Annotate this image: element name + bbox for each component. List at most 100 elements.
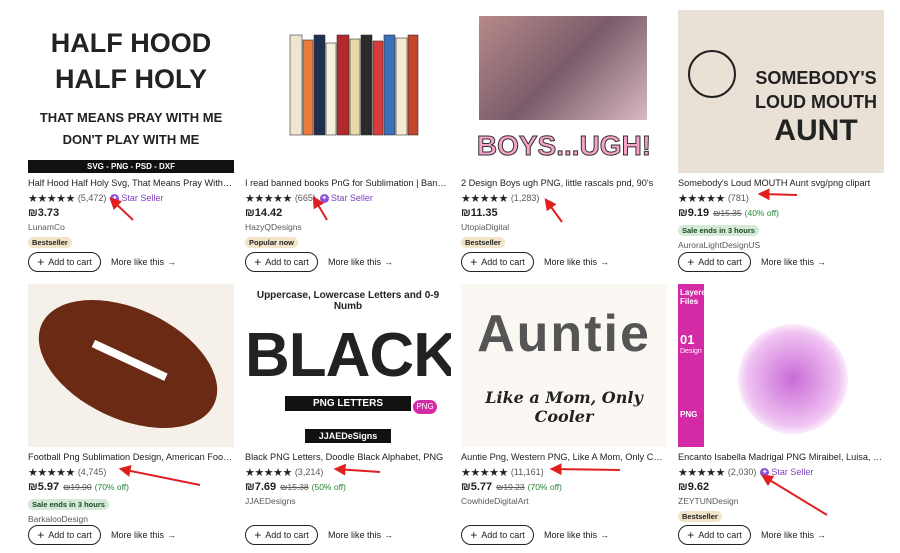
add-to-cart-button[interactable]: + Add to cart xyxy=(28,525,101,545)
listing-image[interactable] xyxy=(28,284,234,447)
discount: (70% off) xyxy=(527,482,562,492)
shop-name[interactable]: BarkalooDesign xyxy=(28,514,234,524)
star-seller-icon: ✦ xyxy=(319,193,329,203)
shop-name[interactable]: AuroraLightDesignUS xyxy=(678,240,884,250)
more-like-this-link[interactable]: More like this → xyxy=(544,257,609,267)
add-to-cart-button[interactable]: + Add to cart xyxy=(461,252,534,272)
arrow-right-icon: → xyxy=(167,257,177,267)
listing-card[interactable]: Uppercase, Lowercase Letters and 0-9 Num… xyxy=(245,284,451,506)
star-rating-icon: ★★★★★ xyxy=(28,466,75,479)
shop-name[interactable]: ZEYTUNDesign xyxy=(678,496,884,506)
star-rating-icon: ★★★★★ xyxy=(461,466,508,479)
original-price: ₪19.90 xyxy=(63,482,92,492)
review-count: (11,161) xyxy=(510,467,544,477)
more-like-this-link[interactable]: More like this → xyxy=(111,257,176,267)
discount: (50% off) xyxy=(311,482,346,492)
add-to-cart-button[interactable]: + Add to cart xyxy=(245,525,318,545)
listing-image[interactable]: BOYS...UGH! xyxy=(461,10,667,173)
listing-image[interactable]: HALF HOOD HALF HOLY THAT MEANS PRAY WITH… xyxy=(28,10,234,173)
more-like-this-link[interactable]: More like this → xyxy=(761,530,826,540)
listing-card[interactable]: I read banned books PnG for Sublimation … xyxy=(245,10,451,250)
listing-image[interactable] xyxy=(245,10,451,173)
shop-name[interactable]: HazyQDesigns xyxy=(245,222,451,232)
popular-now-badge: Popular now xyxy=(245,237,298,248)
bestseller-badge: Bestseller xyxy=(678,511,722,522)
rating: ★★★★★ (2,030) ✦ Star Seller xyxy=(678,466,884,479)
listing-title[interactable]: Somebody's Loud MOUTH Aunt svg/png clipa… xyxy=(678,177,884,189)
image-text: Like a Mom, Only Cooler xyxy=(485,388,643,426)
image-text: BLACK xyxy=(245,321,451,390)
star-seller-badge: ✦ Star Seller xyxy=(319,193,373,203)
arrow-right-icon: → xyxy=(167,530,177,540)
listing-card[interactable]: SOMEBODY'S LOUD MOUTH AUNT Somebody's Lo… xyxy=(678,10,884,250)
card-actions: + Add to cart More like this → xyxy=(28,252,176,272)
star-rating-icon: ★★★★★ xyxy=(245,466,292,479)
review-count: (665) xyxy=(294,193,316,203)
price: ₪5.97 xyxy=(28,481,60,493)
price-row: ₪9.62 xyxy=(678,481,884,494)
price-row: ₪7.69 ₪15.38 (50% off) xyxy=(245,481,451,494)
more-like-this-link[interactable]: More like this → xyxy=(544,530,609,540)
original-price: ₪19.23 xyxy=(496,482,525,492)
more-like-this-link[interactable]: More like this → xyxy=(761,257,826,267)
add-to-cart-button[interactable]: + Add to cart xyxy=(245,252,318,272)
listing-title[interactable]: I read banned books PnG for Sublimation … xyxy=(245,177,451,189)
more-like-this-link[interactable]: More like this → xyxy=(328,530,393,540)
image-text: Uppercase, Lowercase Letters and 0-9 Num… xyxy=(256,290,440,312)
image-text: SOMEBODY'S xyxy=(755,68,877,88)
image-text: THAT MEANS PRAY WITH ME xyxy=(39,110,223,125)
listing-card[interactable]: Layered Files 01 Design PNG Encanto Isab… xyxy=(678,284,884,524)
image-text: JJAEDeSigns xyxy=(305,429,391,443)
arrow-right-icon: → xyxy=(384,257,394,267)
card-actions: + Add to cart More like this → xyxy=(245,252,393,272)
listing-title[interactable]: Black PNG Letters, Doodle Black Alphabet… xyxy=(245,451,451,463)
listing-card[interactable]: BOYS...UGH! 2 Design Boys ugh PNG, littl… xyxy=(461,10,667,250)
listing-card[interactable]: HALF HOOD HALF HOLY THAT MEANS PRAY WITH… xyxy=(28,10,234,250)
review-count: (5,472) xyxy=(77,193,107,203)
rating: ★★★★★ (665) ✦ Star Seller xyxy=(245,192,451,205)
price: ₪9.19 xyxy=(678,207,710,219)
discount: (40% off) xyxy=(744,208,779,218)
arrow-right-icon: → xyxy=(600,530,610,540)
smiley-icon xyxy=(688,50,736,98)
listing-title[interactable]: Auntie Png, Western PNG, Like A Mom, Onl… xyxy=(461,451,667,463)
more-like-this-link[interactable]: More like this → xyxy=(328,257,393,267)
plus-icon: + xyxy=(254,255,262,269)
review-count: (1,283) xyxy=(510,193,540,203)
add-to-cart-button[interactable]: + Add to cart xyxy=(28,252,101,272)
shop-name[interactable]: UtopiaDigital xyxy=(461,222,667,232)
arrow-right-icon: → xyxy=(817,530,827,540)
listing-image[interactable]: Layered Files 01 Design PNG xyxy=(678,284,884,447)
shop-name[interactable]: JJAEDesigns xyxy=(245,496,451,506)
more-like-this-link[interactable]: More like this → xyxy=(111,530,176,540)
shop-name[interactable]: CowhideDigitalArt xyxy=(461,496,667,506)
listing-grid: HALF HOOD HALF HOLY THAT MEANS PRAY WITH… xyxy=(0,0,900,553)
star-rating-icon: ★★★★★ xyxy=(678,466,725,479)
arrow-right-icon: → xyxy=(817,257,827,267)
add-to-cart-button[interactable]: + Add to cart xyxy=(461,525,534,545)
price: ₪14.42 xyxy=(245,207,283,219)
price: ₪7.69 xyxy=(245,481,277,493)
sale-badge: Sale ends in 3 hours xyxy=(678,225,759,236)
listing-title[interactable]: Football Png Sublimation Design, America… xyxy=(28,451,234,463)
listing-title[interactable]: 2 Design Boys ugh PNG, little rascals pn… xyxy=(461,177,667,189)
listing-image[interactable]: Uppercase, Lowercase Letters and 0-9 Num… xyxy=(245,284,451,447)
listing-card[interactable]: Auntie Like a Mom, Only Cooler Auntie Pn… xyxy=(461,284,667,506)
shop-name[interactable]: LunamCo xyxy=(28,222,234,232)
star-seller-badge: ✦ Star Seller xyxy=(110,193,164,203)
listing-title[interactable]: Half Hood Half Holy Svg, That Means Pray… xyxy=(28,177,234,189)
original-price: ₪15.35 xyxy=(713,208,742,218)
rating: ★★★★★ (1,283) xyxy=(461,192,667,205)
price-row: ₪9.19 ₪15.35 (40% off) xyxy=(678,207,884,220)
image-text: AUNT xyxy=(774,114,858,147)
listing-card[interactable]: Football Png Sublimation Design, America… xyxy=(28,284,234,524)
image-text: HALF HOOD xyxy=(50,28,212,58)
sale-badge: Sale ends in 3 hours xyxy=(28,499,109,510)
star-rating-icon: ★★★★★ xyxy=(678,192,725,205)
add-to-cart-button[interactable]: + Add to cart xyxy=(678,252,751,272)
add-to-cart-button[interactable]: + Add to cart xyxy=(678,525,751,545)
star-rating-icon: ★★★★★ xyxy=(245,192,292,205)
listing-image[interactable]: SOMEBODY'S LOUD MOUTH AUNT xyxy=(678,10,884,173)
listing-title[interactable]: Encanto Isabella Madrigal PNG Miraibel, … xyxy=(678,451,884,463)
listing-image[interactable]: Auntie Like a Mom, Only Cooler xyxy=(461,284,667,447)
